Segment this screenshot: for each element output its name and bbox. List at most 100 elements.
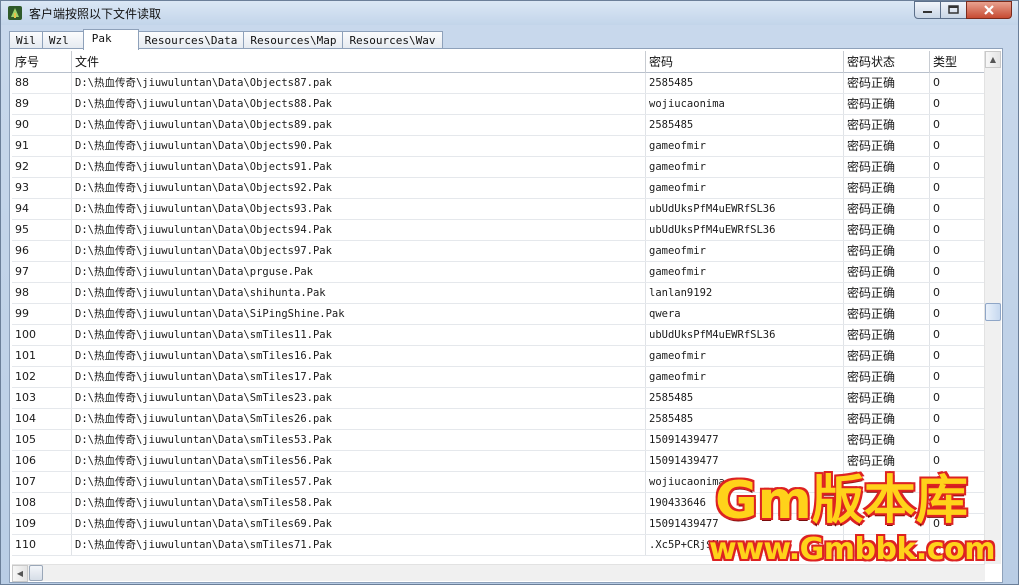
cell-password: ubUdUksPfM4uEWRfSL36 [646,199,844,219]
table-row[interactable]: 103 D:\热血传奇\jiuwuluntan\Data\SmTiles23.pa… [12,388,985,409]
cell-password-status: 密码正确 [844,409,930,429]
app-window: 客户端按照以下文件读取 Wil Wzl Pak Resources\Data R… [0,0,1019,585]
cell-password: 2585485 [646,73,844,93]
cell-password: gameofmir [646,178,844,198]
cell-index: 100 [12,325,72,345]
scroll-up-button[interactable]: ▲ [985,51,1001,68]
cell-type: 0 [933,412,940,425]
table-row[interactable]: 106 D:\热血传奇\jiuwuluntan\Data\smTiles56.Pa… [12,451,985,472]
cell-password-status [844,514,930,534]
table-row[interactable]: 90 D:\热血传奇\jiuwuluntan\Data\Objects89.pak… [12,115,985,136]
cell-index: 95 [12,220,72,240]
tab-resources-wav[interactable]: Resources\Wav [342,31,443,49]
file-list-grid[interactable]: 序号 文件 密码 密码状态 类型 88 D:\热血传奇\jiuwuluntan\D… [12,51,985,564]
cell-file: D:\热血传奇\jiuwuluntan\Data\smTiles16.Pak [72,346,646,366]
cell-password: 190433646 [646,493,844,513]
cell-file: D:\热血传奇\jiuwuluntan\Data\Objects94.Pak [72,220,646,240]
cell-type: 0 [933,454,940,467]
cell-password: 15091439477 [646,514,844,534]
column-header-password[interactable]: 密码 [646,51,844,73]
cell-password-status: 密码正确 [844,325,930,345]
title-bar[interactable]: 客户端按照以下文件读取 [1,1,1018,25]
maximize-icon [948,5,959,14]
table-row[interactable]: 95 D:\热血传奇\jiuwuluntan\Data\Objects94.Pak… [12,220,985,241]
cell-type: 0 [933,244,940,257]
cell-password: wojiucaonima [646,472,844,492]
cell-file: D:\热血传奇\jiuwuluntan\Data\smTiles69.Pak [72,514,646,534]
close-button[interactable] [966,1,1012,19]
table-row[interactable]: 99 D:\热血传奇\jiuwuluntan\Data\SiPingShine.P… [12,304,985,325]
horizontal-scroll-thumb[interactable] [29,565,43,581]
cell-type: 0 [933,286,940,299]
vertical-scrollbar[interactable]: ▲ [984,51,1001,564]
cell-password-status: 密码正确 [844,199,930,219]
maximize-button[interactable] [940,1,967,19]
vertical-scroll-thumb[interactable] [985,303,1001,321]
grid-rows: 88 D:\热血传奇\jiuwuluntan\Data\Objects87.pak… [12,73,985,556]
arrow-left-icon: ◀ [16,569,24,578]
cell-index: 101 [12,346,72,366]
table-row[interactable]: 105 D:\热血传奇\jiuwuluntan\Data\smTiles53.Pa… [12,430,985,451]
cell-password-status: 密码正确 [844,262,930,282]
scroll-left-button[interactable]: ◀ [12,565,28,582]
table-row[interactable]: 98 D:\热血传奇\jiuwuluntan\Data\shihunta.Pak l… [12,283,985,304]
tab-pak[interactable]: Pak [82,29,139,50]
column-header-file[interactable]: 文件 [72,51,646,73]
cell-password-status: 密码正确 [844,388,930,408]
cell-password: 15091439477 [646,451,844,471]
tab-resources-map[interactable]: Resources\Map [243,31,344,49]
tab-wzl[interactable]: Wzl [41,31,84,49]
tab-strip: Wil Wzl Pak Resources\Data Resources\Map… [9,29,443,50]
horizontal-scrollbar[interactable]: ◀ [12,564,985,582]
table-row[interactable]: 108 D:\热血传奇\jiuwuluntan\Data\smTiles58.Pa… [12,493,985,514]
cell-type: 0 [933,307,940,320]
table-row[interactable]: 97 D:\热血传奇\jiuwuluntan\Data\prguse.Pak gam… [12,262,985,283]
cell-index: 90 [12,115,72,135]
table-row[interactable]: 101 D:\热血传奇\jiuwuluntan\Data\smTiles16.Pa… [12,346,985,367]
window-title: 客户端按照以下文件读取 [29,7,162,21]
minimize-button[interactable] [914,1,941,19]
cell-type: 0 [933,202,940,215]
cell-index: 103 [12,388,72,408]
cell-password-status: 密码正确 [844,430,930,450]
table-row[interactable]: 88 D:\热血传奇\jiuwuluntan\Data\Objects87.pak… [12,73,985,94]
table-row[interactable]: 110 D:\热血传奇\jiuwuluntan\Data\smTiles71.Pa… [12,535,985,556]
table-row[interactable]: 94 D:\热血传奇\jiuwuluntan\Data\Objects93.Pak… [12,199,985,220]
cell-type: 0 [933,391,940,404]
cell-file: D:\热血传奇\jiuwuluntan\Data\Objects93.Pak [72,199,646,219]
table-row[interactable]: 92 D:\热血传奇\jiuwuluntan\Data\Objects91.Pak… [12,157,985,178]
cell-type: 0 [933,118,940,131]
cell-password: .Xc5P+CRj$N [646,535,844,555]
cell-type: 0 [933,370,940,383]
cell-index: 91 [12,136,72,156]
cell-password-status: 密码正确 [844,220,930,240]
cell-index: 93 [12,178,72,198]
cell-password-status: 密码正确 [844,304,930,324]
cell-index: 92 [12,157,72,177]
table-row[interactable]: 102 D:\热血传奇\jiuwuluntan\Data\smTiles17.Pa… [12,367,985,388]
cell-index: 99 [12,304,72,324]
table-row[interactable]: 107 D:\热血传奇\jiuwuluntan\Data\smTiles57.Pa… [12,472,985,493]
table-row[interactable]: 93 D:\热血传奇\jiuwuluntan\Data\Objects92.Pak… [12,178,985,199]
table-row[interactable]: 104 D:\热血传奇\jiuwuluntan\Data\SmTiles26.pa… [12,409,985,430]
table-row[interactable]: 96 D:\热血传奇\jiuwuluntan\Data\Objects97.Pak… [12,241,985,262]
cell-file: D:\热血传奇\jiuwuluntan\Data\SmTiles23.pak [72,388,646,408]
cell-file: D:\热血传奇\jiuwuluntan\Data\Objects90.Pak [72,136,646,156]
cell-type: 0 [933,223,940,236]
column-header-password-status[interactable]: 密码状态 [844,51,930,73]
tab-resources-data[interactable]: Resources\Data [137,31,245,49]
cell-password-status: 密码正确 [844,94,930,114]
table-row[interactable]: 89 D:\热血传奇\jiuwuluntan\Data\Objects88.Pak… [12,94,985,115]
column-header-type[interactable]: 类型 [930,51,985,73]
table-row[interactable]: 100 D:\热血传奇\jiuwuluntan\Data\smTiles11.Pa… [12,325,985,346]
table-row[interactable]: 91 D:\热血传奇\jiuwuluntan\Data\Objects90.Pak… [12,136,985,157]
tab-wil[interactable]: Wil [9,31,43,49]
table-row[interactable]: 109 D:\热血传奇\jiuwuluntan\Data\smTiles69.Pa… [12,514,985,535]
cell-index: 109 [12,514,72,534]
cell-type: 0 [933,496,940,509]
column-header-index[interactable]: 序号 [12,51,72,73]
cell-password: 15091439477 [646,430,844,450]
cell-password: lanlan9192 [646,283,844,303]
cell-index: 98 [12,283,72,303]
cell-index: 88 [12,73,72,93]
